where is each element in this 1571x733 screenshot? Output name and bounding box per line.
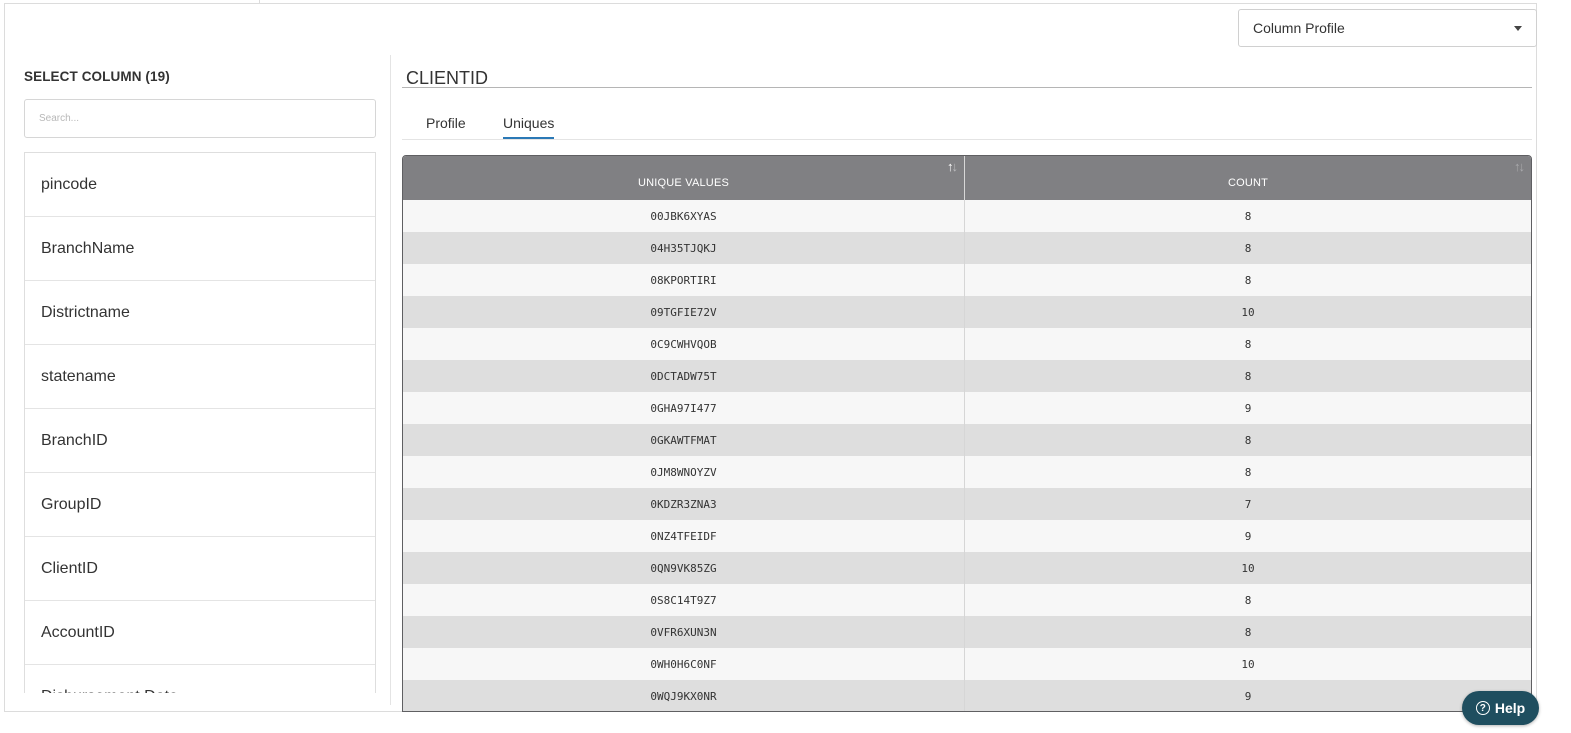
- selected-column-title: CLIENTID: [406, 68, 489, 88]
- unique-value-cell: 0WQJ9KX0NR: [403, 680, 965, 711]
- column-list[interactable]: pincode BranchName Districtname statenam…: [24, 152, 376, 693]
- unique-value-cell: 09TGFIE72V: [403, 296, 965, 328]
- count-cell: 8: [964, 424, 1531, 456]
- table-row[interactable]: 0C9CWHVQOB 8: [403, 328, 1531, 360]
- header-count[interactable]: ↑↓ COUNT: [964, 156, 1531, 200]
- count-cell: 8: [964, 232, 1531, 264]
- count-cell: 8: [964, 264, 1531, 296]
- table-row[interactable]: 0KDZR3ZNA3 7: [403, 488, 1531, 520]
- count-cell: 8: [964, 200, 1531, 232]
- count-cell: 8: [964, 328, 1531, 360]
- sort-down-icon: ↓: [951, 159, 958, 174]
- column-item-disbursement-date[interactable]: Disbursement Date: [25, 665, 375, 694]
- title-divider: [402, 87, 1532, 88]
- uniques-table-container[interactable]: ↑↓ UNIQUE VALUES ↑↓ COUNT 00JBK6XYAS 8 04H…: [402, 155, 1532, 712]
- table-row[interactable]: 0QN9VK85ZG 10: [403, 552, 1531, 584]
- tab-uniques[interactable]: Uniques: [503, 115, 555, 139]
- column-item-districtname[interactable]: Districtname: [25, 281, 375, 345]
- uniques-table-body: 00JBK6XYAS 8 04H35TJQKJ 8 08KPORTIRI 8 09TGFIE…: [403, 200, 1531, 711]
- unique-value-cell: 0WH0H6C0NF: [403, 648, 965, 680]
- table-row[interactable]: 08KPORTIRI 8: [403, 264, 1531, 296]
- sort-icon[interactable]: ↑↓: [947, 159, 958, 174]
- column-item-branchname[interactable]: BranchName: [25, 217, 375, 281]
- column-item-accountid[interactable]: AccountID: [25, 601, 375, 665]
- sort-icon[interactable]: ↑↓: [1514, 159, 1525, 174]
- profile-tabs: Profile Uniques: [402, 108, 1532, 140]
- view-selector-dropdown[interactable]: Column Profile: [1238, 9, 1537, 47]
- header-unique-values[interactable]: ↑↓ UNIQUE VALUES: [403, 156, 965, 200]
- table-row[interactable]: 0WH0H6C0NF 10: [403, 648, 1531, 680]
- table-row[interactable]: 0GHA97I477 9: [403, 392, 1531, 424]
- caret-down-icon: [1514, 25, 1522, 31]
- count-cell: 8: [964, 616, 1531, 648]
- count-cell: 8: [964, 456, 1531, 488]
- count-cell: 9: [964, 392, 1531, 424]
- header-label: COUNT: [1227, 177, 1269, 189]
- question-circle-icon: ?: [1475, 701, 1490, 715]
- table-row[interactable]: 0GKAWTFMAT 8: [403, 424, 1531, 456]
- unique-value-cell: 00JBK6XYAS: [403, 200, 965, 232]
- unique-value-cell: 0C9CWHVQOB: [403, 328, 965, 360]
- sort-down-icon: ↓: [1518, 159, 1525, 174]
- unique-value-cell: 0S8C14T9Z7: [403, 584, 965, 616]
- table-row[interactable]: 0VFR6XUN3N 8: [403, 616, 1531, 648]
- unique-value-cell: 0GKAWTFMAT: [403, 424, 965, 456]
- count-cell: 10: [964, 648, 1531, 680]
- table-row[interactable]: 0S8C14T9Z7 8: [403, 584, 1531, 616]
- count-cell: 9: [964, 520, 1531, 552]
- table-row[interactable]: 0WQJ9KX0NR 9: [403, 680, 1531, 711]
- column-item-statename[interactable]: statename: [25, 345, 375, 409]
- unique-value-cell: 0KDZR3ZNA3: [403, 488, 965, 520]
- column-item-branchid[interactable]: BranchID: [25, 409, 375, 473]
- help-button[interactable]: ? Help: [1462, 691, 1539, 725]
- count-cell: 10: [964, 552, 1531, 584]
- tab-profile[interactable]: Profile: [426, 115, 466, 137]
- count-cell: 8: [964, 360, 1531, 392]
- column-search-input[interactable]: [24, 99, 376, 138]
- table-row[interactable]: 0NZ4TFEIDF 9: [403, 520, 1531, 552]
- header-label: UNIQUE VALUES: [637, 177, 730, 189]
- panel-divider: [390, 55, 391, 705]
- table-row[interactable]: 04H35TJQKJ 8: [403, 232, 1531, 264]
- help-label: Help: [1494, 700, 1526, 716]
- unique-value-cell: 0QN9VK85ZG: [403, 552, 965, 584]
- unique-value-cell: 0JM8WNOYZV: [403, 456, 965, 488]
- unique-value-cell: 0DCTADW75T: [403, 360, 965, 392]
- table-row[interactable]: 0DCTADW75T 8: [403, 360, 1531, 392]
- uniques-table: ↑↓ UNIQUE VALUES ↑↓ COUNT 00JBK6XYAS 8 04H…: [403, 156, 1531, 711]
- count-cell: 8: [964, 584, 1531, 616]
- unique-value-cell: 0NZ4TFEIDF: [403, 520, 965, 552]
- column-item-groupid[interactable]: GroupID: [25, 473, 375, 537]
- view-selector-value: Column Profile: [1253, 20, 1345, 36]
- unique-value-cell: 04H35TJQKJ: [403, 232, 965, 264]
- table-row[interactable]: 0JM8WNOYZV 8: [403, 456, 1531, 488]
- column-item-clientid[interactable]: ClientID: [25, 537, 375, 601]
- column-item-pincode[interactable]: pincode: [25, 153, 375, 217]
- table-row[interactable]: 00JBK6XYAS 8: [403, 200, 1531, 232]
- table-row[interactable]: 09TGFIE72V 10: [403, 296, 1531, 328]
- count-cell: 9: [964, 680, 1531, 711]
- select-column-heading: SELECT COLUMN (19): [24, 69, 170, 84]
- count-cell: 10: [964, 296, 1531, 328]
- unique-value-cell: 08KPORTIRI: [403, 264, 965, 296]
- unique-value-cell: 0GHA97I477: [403, 392, 965, 424]
- count-cell: 7: [964, 488, 1531, 520]
- column-selector-panel: SELECT COLUMN (19) pincode BranchName Di…: [24, 55, 377, 695]
- unique-value-cell: 0VFR6XUN3N: [403, 616, 965, 648]
